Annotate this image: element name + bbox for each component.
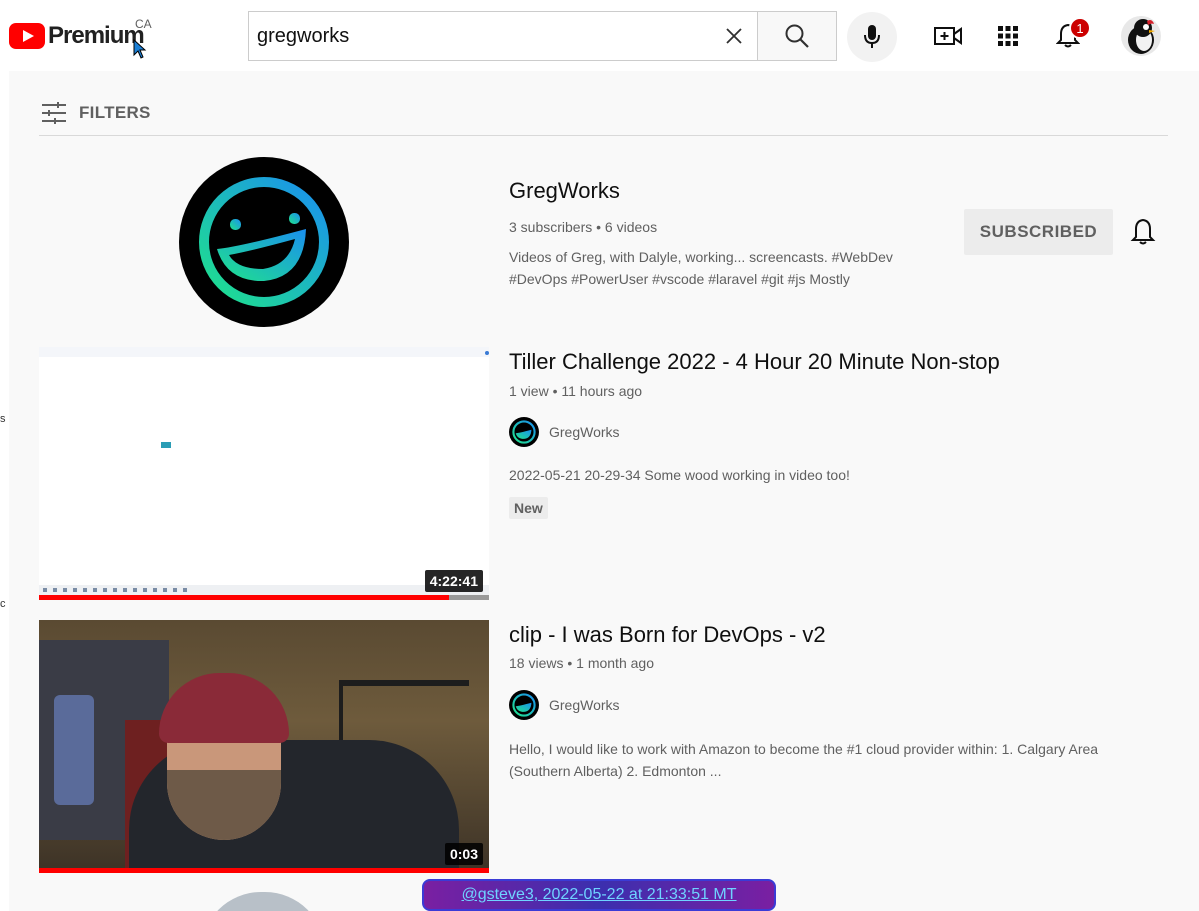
search-icon (785, 24, 809, 48)
microphone-icon (864, 25, 880, 48)
new-badge: New (509, 497, 548, 519)
apps-button[interactable] (992, 20, 1024, 52)
search-input[interactable] (257, 24, 697, 48)
video-description: Hello, I would like to work with Amazon … (509, 741, 1099, 779)
video-duration: 4:22:41 (424, 570, 483, 592)
mouse-cursor-icon (133, 39, 147, 59)
subscribed-button[interactable]: SUBSCRIBED (964, 209, 1113, 255)
video-channel-link[interactable]: GregWorks (509, 417, 620, 447)
screen-titlebar (39, 347, 489, 357)
smiley-logo-icon (199, 177, 329, 307)
logo-region: CA (135, 17, 152, 31)
taskbar-icons (43, 588, 193, 592)
watch-progress-bar (39, 868, 489, 873)
youtube-play-icon (9, 23, 45, 49)
divider (39, 135, 1168, 136)
video-title[interactable]: Tiller Challenge 2022 - 4 Hour 20 Minute… (509, 349, 1000, 375)
edge-char: c (0, 598, 6, 610)
voice-search-button[interactable] (847, 12, 897, 62)
logo-text: Premium (48, 22, 145, 49)
video-meta: 18 views • 1 month ago (509, 655, 654, 671)
video-title[interactable]: clip - I was Born for DevOps - v2 (509, 622, 826, 648)
channel-mini-avatar (509, 690, 539, 720)
channel-meta: 3 subscribers • 6 videos (509, 219, 658, 235)
youtube-logo[interactable]: Premium (9, 22, 145, 50)
left-edge-strip: s c (0, 71, 9, 911)
notification-count-badge: 1 (1069, 17, 1091, 39)
smiley-logo-icon (512, 420, 536, 444)
penguin-avatar-icon (1128, 19, 1155, 54)
watch-progress-bar (39, 595, 449, 600)
thumb-beanie (159, 673, 289, 743)
smiley-logo-icon (512, 693, 536, 717)
timestamp-watermark: @gsteve3, 2022-05-22 at 21:33:51 MT (422, 879, 776, 911)
video-meta: 1 view • 11 hours ago (509, 383, 643, 399)
channel-description: Videos of Greg, with Dalyle, working... … (509, 249, 893, 287)
video-duration: 0:03 (444, 843, 483, 865)
channel-name[interactable]: GregWorks (509, 178, 620, 204)
video-description: 2022-05-21 20-29-34 Some wood working in… (509, 467, 850, 483)
video-channel-name: GregWorks (549, 424, 620, 440)
apps-grid-icon (998, 26, 1018, 46)
clear-search-icon[interactable] (724, 26, 744, 46)
channel-avatar[interactable] (179, 157, 349, 327)
filters-label: FILTERS (79, 103, 151, 122)
create-video-button[interactable] (932, 20, 964, 52)
masthead: Premium CA gregworks 1 (0, 0, 1199, 71)
search-box (248, 11, 758, 61)
screen-icon (161, 442, 171, 448)
screen-dot (485, 351, 489, 355)
video-channel-link[interactable]: GregWorks (509, 690, 620, 720)
watermark-text: @gsteve3, 2022-05-22 at 21:33:51 MT (461, 886, 737, 903)
video-thumbnail[interactable]: 4:22:41 (39, 347, 489, 600)
search-button[interactable] (757, 11, 837, 61)
filter-sliders-icon (42, 102, 66, 124)
channel-mini-avatar (509, 417, 539, 447)
filters-button[interactable]: FILTERS (41, 101, 151, 125)
video-thumbnail[interactable]: 0:03 (39, 620, 489, 873)
account-avatar[interactable] (1121, 16, 1161, 56)
channel-bell-icon[interactable] (1129, 217, 1157, 247)
create-video-icon (934, 27, 962, 45)
thumb-jacket (54, 695, 94, 805)
video-channel-name: GregWorks (549, 697, 620, 713)
edge-char: s (0, 413, 6, 425)
